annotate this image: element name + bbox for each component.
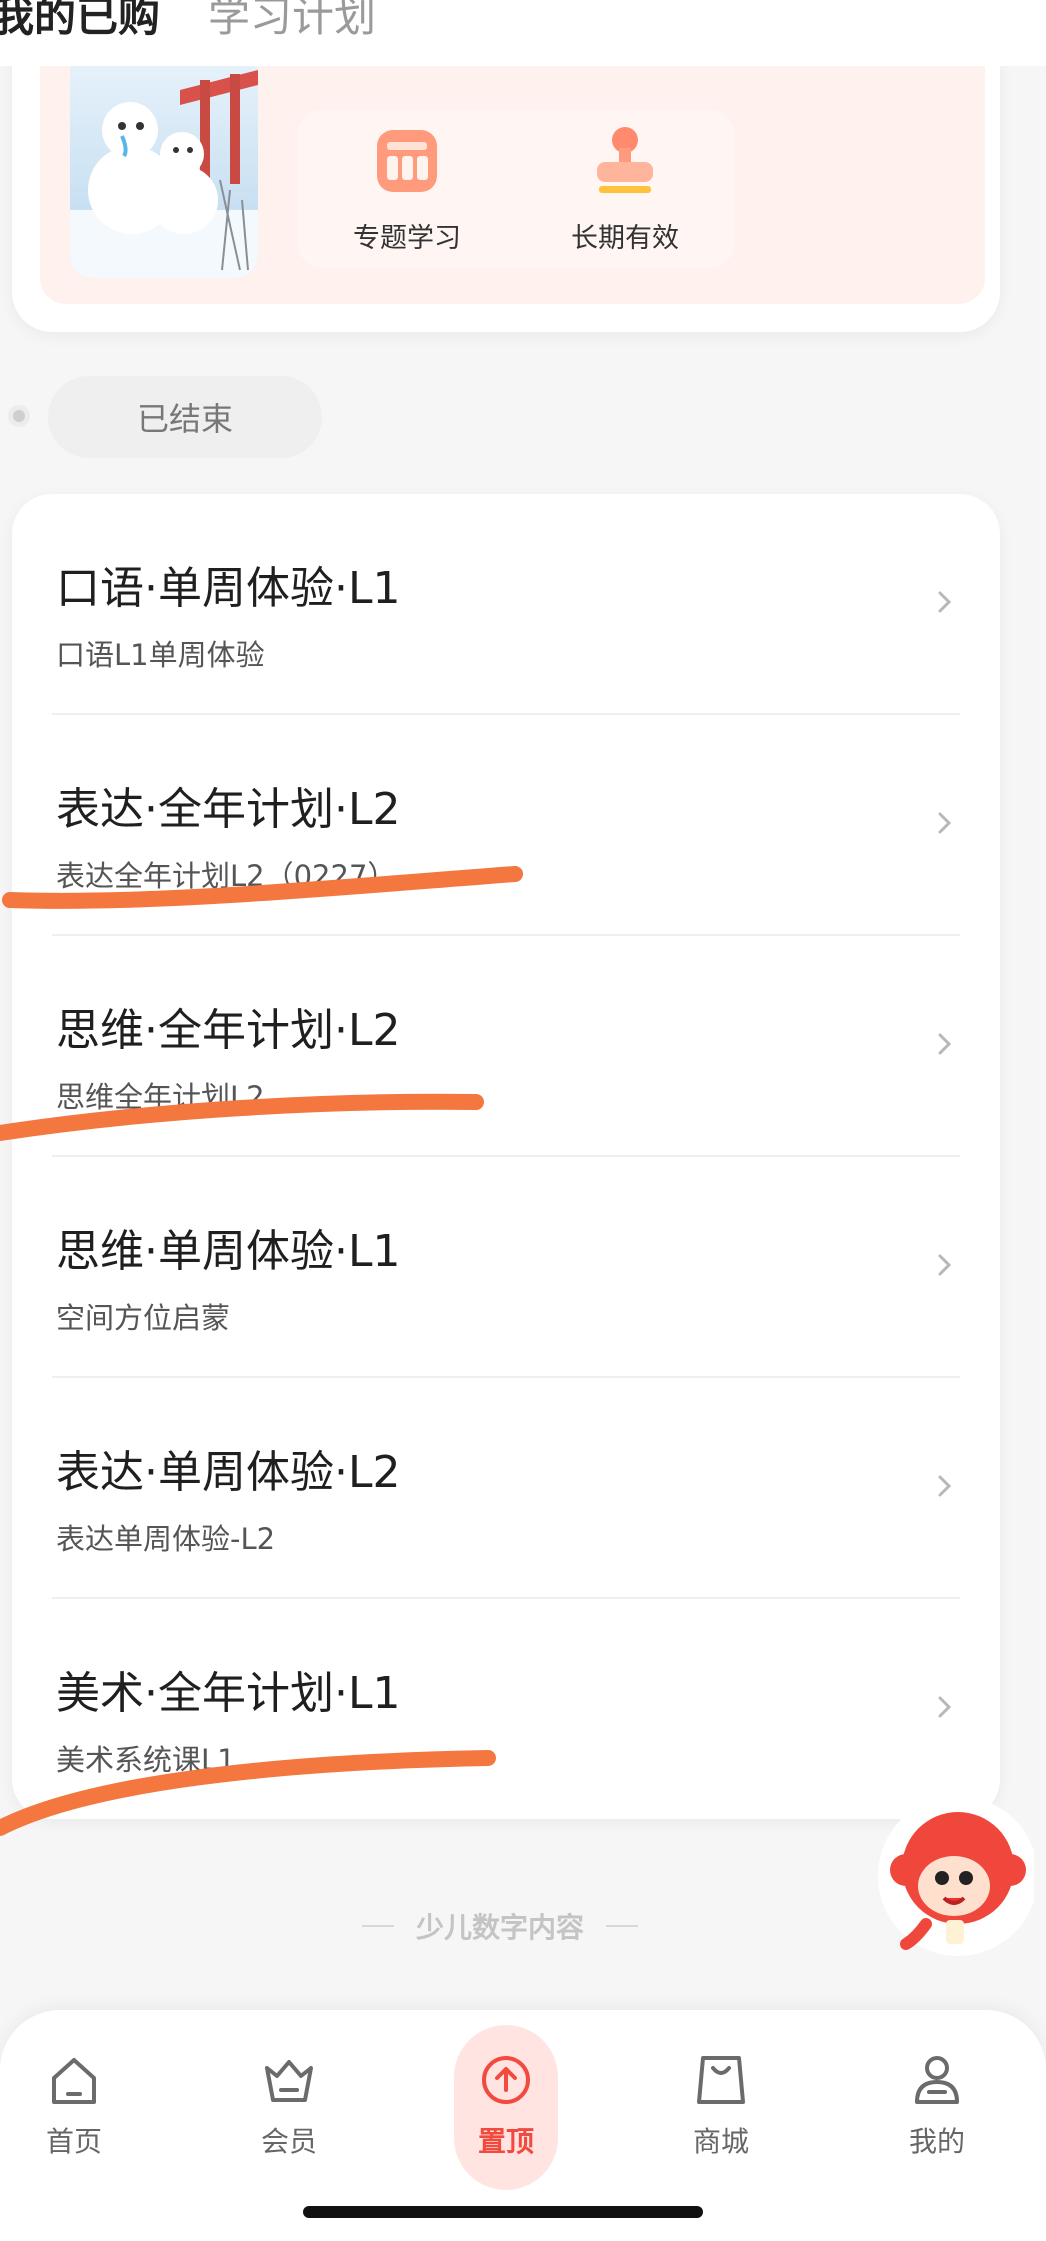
list-item[interactable]: 表达·全年计划·L2 表达全年计划L2（0227） — [12, 715, 1000, 936]
tagline-text: 少儿数字内容 — [415, 1911, 584, 1944]
nav-label: 会员 — [260, 2125, 317, 2158]
page: 我的已购 学习计划 专题学习 长期有效 已结束 口语·单周体验·L1 口语L1单… — [0, 0, 1046, 2241]
course-subtitle: 表达单周体验-L2 — [56, 1522, 276, 1556]
crown-basket-icon — [265, 2060, 313, 2102]
home-icon — [52, 2058, 96, 2104]
tab-purchased[interactable]: 我的已购 — [0, 0, 160, 44]
list-item[interactable]: 口语·单周体验·L1 口语L1单周体验 — [12, 494, 1000, 715]
course-subtitle: 思维全年计划L2 — [56, 1080, 265, 1114]
divider — [606, 1925, 638, 1927]
nav-item-pin-top[interactable]: 置顶 — [446, 2050, 566, 2160]
course-title: 思维·全年计划·L2 — [56, 1005, 401, 1056]
course-subtitle: 口语L1单周体验 — [56, 638, 265, 672]
course-subtitle: 美术系统课L1 — [56, 1743, 236, 1777]
nav-label: 置顶 — [477, 2125, 534, 2158]
top-tabs: 我的已购 学习计划 — [0, 0, 376, 48]
arrow-up-circle-icon — [482, 2056, 530, 2104]
course-subtitle: 空间方位启蒙 — [56, 1301, 231, 1335]
chevron-right-icon — [938, 1696, 952, 1718]
promo-card[interactable]: 专题学习 长期有效 — [12, 20, 1000, 332]
footer-tagline: 少儿数字内容 — [0, 1906, 1000, 1946]
user-icon — [915, 2056, 959, 2104]
course-subtitle: 表达全年计划L2（0227） — [56, 859, 397, 893]
divider — [361, 1925, 394, 1927]
list-item[interactable]: 表达·单周体验·L2 表达单周体验-L2 — [12, 1378, 1000, 1599]
nav-item-home[interactable]: 首页 — [14, 2050, 134, 2160]
promo-thumbnail — [70, 50, 258, 278]
tab-study-plan[interactable]: 学习计划 — [208, 0, 376, 44]
chevron-right-icon — [938, 812, 952, 834]
chevron-right-icon — [938, 1254, 952, 1276]
feature-label: 专题学习 — [353, 222, 461, 254]
course-title: 思维·单周体验·L1 — [56, 1226, 401, 1277]
nav-label: 我的 — [908, 2125, 965, 2158]
nav-label: 商城 — [692, 2125, 749, 2158]
course-title: 口语·单周体验·L1 — [56, 563, 401, 614]
course-title: 美术·全年计划·L1 — [56, 1668, 401, 1719]
list-item[interactable]: 美术·全年计划·L1 美术系统课L1 — [12, 1599, 1000, 1820]
chevron-right-icon — [938, 591, 952, 613]
snowmen-illustration — [70, 70, 258, 278]
list-item[interactable]: 思维·全年计划·L2 思维全年计划L2 — [12, 936, 1000, 1157]
list-item[interactable]: 思维·单周体验·L1 空间方位启蒙 — [12, 1157, 1000, 1378]
calendar-grid-icon — [377, 129, 437, 192]
course-title: 表达·全年计划·L2 — [56, 784, 401, 835]
chevron-right-icon — [938, 1475, 952, 1497]
course-title: 表达·单周体验·L2 — [56, 1447, 401, 1498]
feature-topic-learning: 专题学习 — [353, 124, 461, 255]
nav-item-member[interactable]: 会员 — [229, 2050, 349, 2160]
chevron-right-icon — [938, 1033, 952, 1055]
shopping-bag-icon — [697, 2056, 745, 2104]
nav-item-mall[interactable]: 商城 — [661, 2050, 781, 2160]
filter-dot — [8, 405, 30, 427]
mascot-assistant[interactable] — [862, 1760, 1034, 1960]
stamp-icon — [597, 126, 653, 193]
feature-label: 长期有效 — [571, 222, 679, 254]
home-indicator — [303, 2206, 703, 2218]
feature-long-term: 长期有效 — [571, 124, 679, 255]
filter-ended-button[interactable]: 已结束 — [48, 376, 322, 458]
course-list: 口语·单周体验·L1 口语L1单周体验 表达·全年计划·L2 表达全年计划L2（… — [12, 494, 1000, 1819]
promo-features: 专题学习 长期有效 — [298, 110, 734, 268]
promo-inner: 专题学习 长期有效 — [40, 30, 985, 304]
nav-label: 首页 — [45, 2125, 102, 2158]
nav-item-mine[interactable]: 我的 — [877, 2050, 997, 2160]
